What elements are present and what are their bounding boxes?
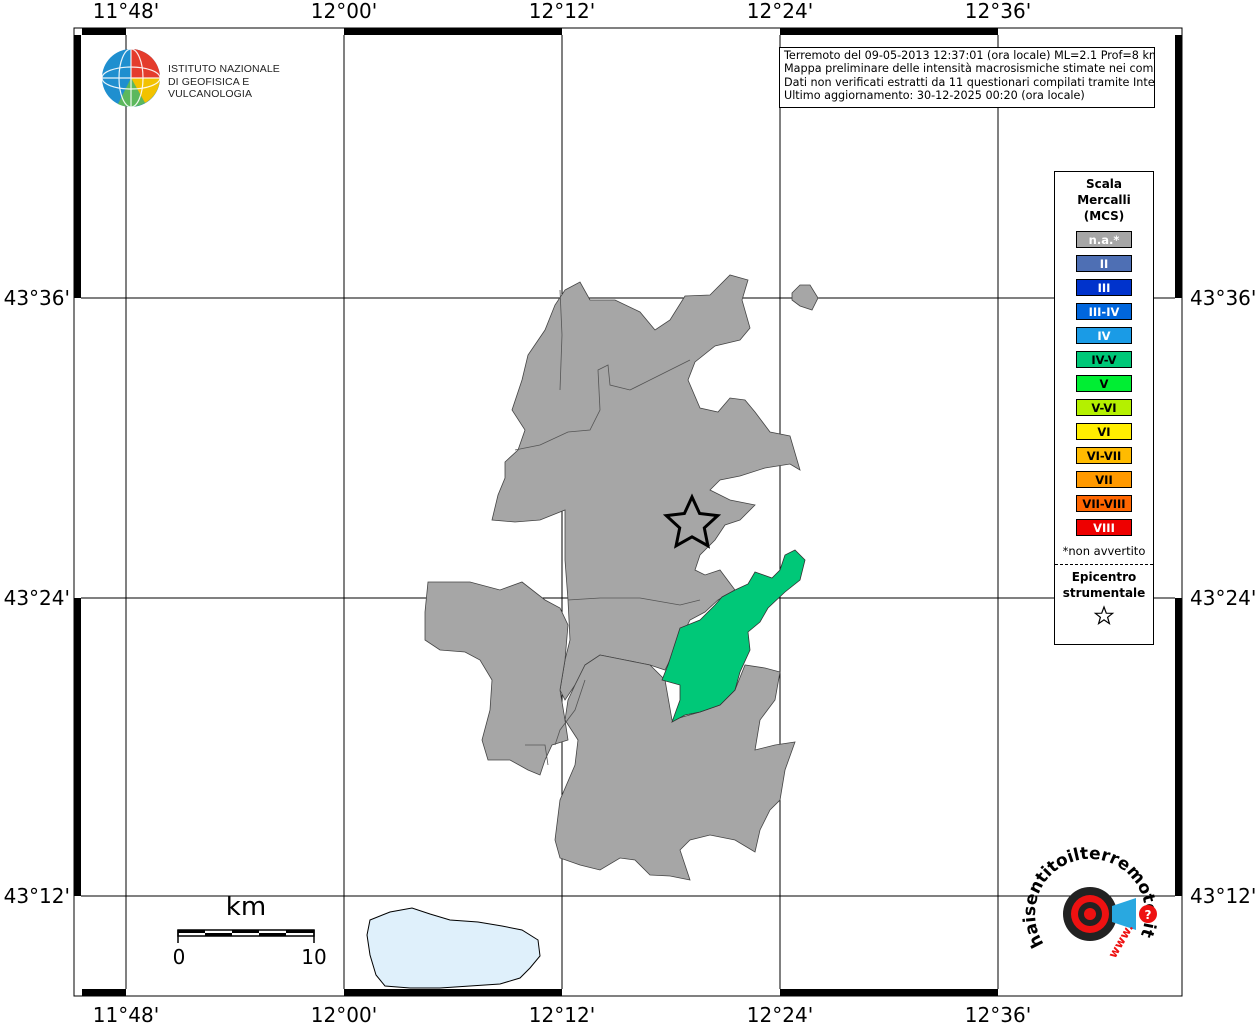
legend-star-icon	[1055, 605, 1153, 631]
event-info-line: Dati non verificati estratti da 11 quest…	[784, 75, 1155, 89]
mcs-legend: Scala Mercalli (MCS) n.a.* II III III-IV IV I…	[1054, 171, 1154, 645]
lon-tick-label: 12°36'	[965, 1003, 1031, 1024]
legend-item: IV	[1076, 327, 1132, 344]
lon-tick-label: 12°12'	[529, 0, 595, 23]
legend-item: VII-VIII	[1076, 495, 1132, 512]
lon-tick-label: 12°24'	[747, 1003, 813, 1024]
legend-item: III	[1076, 279, 1132, 296]
legend-item: III-IV	[1076, 303, 1132, 320]
legend-item: II	[1076, 255, 1132, 272]
legend-divider	[1055, 564, 1153, 565]
lon-tick-label: 12°36'	[965, 0, 1031, 23]
ingv-logo: ISTITUTO NAZIONALE DI GEOFISICA E VULCAN…	[100, 47, 320, 111]
lon-tick-label: 12°00'	[311, 1003, 377, 1024]
lat-tick-label: 43°36'	[4, 286, 70, 310]
event-info-line: Mappa preliminare delle intensità macros…	[784, 62, 1155, 76]
lat-tick-label: 43°12'	[1190, 884, 1256, 908]
legend-item: VIII	[1076, 519, 1132, 536]
scale-end-label: 10	[301, 945, 326, 969]
lat-labels-left: 43°36' 43°24' 43°12'	[4, 286, 70, 908]
legend-items: n.a.* II III III-IV IV IV-V V V-VI VI VI-VII VII VI…	[1055, 231, 1153, 536]
legend-item: IV-V	[1076, 351, 1132, 368]
legend-epicenter-label: Epicentro strumentale	[1062, 570, 1146, 600]
ingv-logo-text: ISTITUTO NAZIONALE DI GEOFISICA E VULCAN…	[168, 63, 320, 101]
lat-tick-label: 43°24'	[4, 586, 70, 610]
ingv-logo-line: ISTITUTO NAZIONALE	[168, 63, 280, 75]
lat-labels-right: 43°36' 43°24' 43°12'	[1190, 286, 1256, 908]
lat-tick-label: 43°24'	[1190, 586, 1256, 610]
legend-item: VI	[1076, 423, 1132, 440]
lon-tick-label: 12°12'	[529, 1003, 595, 1024]
legend-title: Scala Mercalli (MCS)	[1077, 177, 1131, 223]
lon-tick-label: 11°48'	[93, 1003, 159, 1024]
event-info-line: Ultimo aggiornamento: 30-12-2025 00:20 (…	[784, 88, 1085, 102]
lon-tick-label: 11°48'	[93, 0, 159, 23]
lon-labels-top: 11°48' 12°00' 12°12' 12°24' 12°36'	[93, 0, 1031, 23]
legend-item: n.a.*	[1076, 231, 1132, 248]
scale-start-label: 0	[173, 945, 186, 969]
legend-item: V-VI	[1076, 399, 1132, 416]
event-info-line: Terremoto del 09-05-2013 12:37:01 (ora l…	[784, 49, 1155, 62]
legend-item: VI-VII	[1076, 447, 1132, 464]
lat-tick-label: 43°12'	[4, 884, 70, 908]
svg-text:?: ?	[1145, 908, 1152, 922]
lat-tick-label: 43°36'	[1190, 286, 1256, 310]
scale-unit-label: km	[226, 892, 266, 922]
legend-item: VII	[1076, 471, 1132, 488]
event-info-box: Terremoto del 09-05-2013 12:37:01 (ora l…	[779, 47, 1155, 108]
lon-tick-label: 12°00'	[311, 0, 377, 23]
legend-item: V	[1076, 375, 1132, 392]
lon-tick-label: 12°24'	[747, 0, 813, 23]
legend-note: *non avvertito	[1062, 544, 1146, 558]
ingv-logo-line: DI GEOFISICA E VULCANOLOGIA	[168, 75, 253, 101]
lon-labels-bottom: 11°48' 12°00' 12°12' 12°24' 12°36'	[93, 1003, 1031, 1024]
globe-icon	[101, 48, 161, 108]
